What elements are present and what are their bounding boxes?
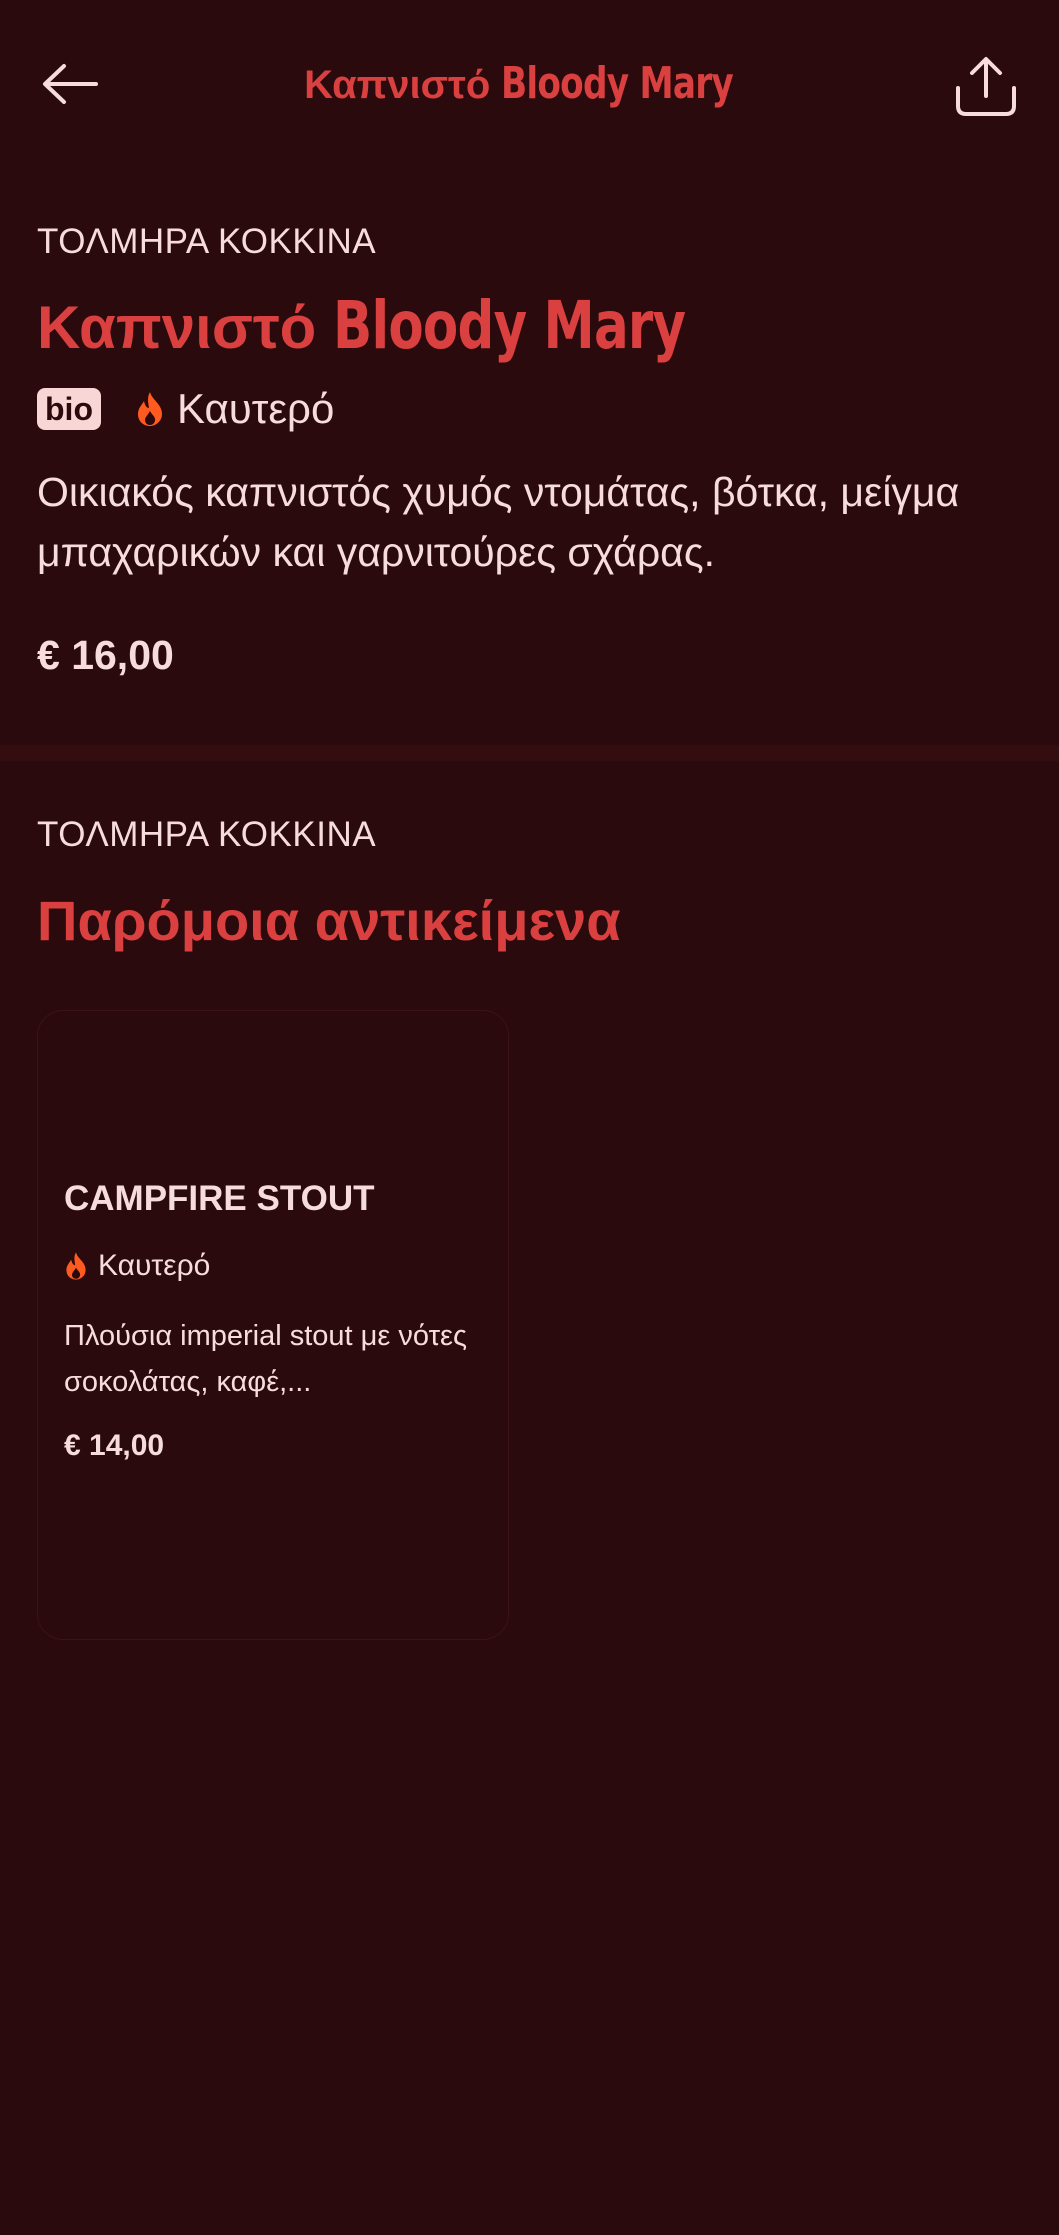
flame-icon	[137, 392, 162, 426]
similar-category: ΤΟΛΜΗΡΑ ΚΟΚΚΙΝΑ	[37, 815, 377, 854]
similar-item-card[interactable]: CAMPFIRE STOUT Καυτερό Πλούσια imperial …	[37, 1010, 509, 1640]
product-title-accent: Bloody Mary	[332, 287, 686, 364]
similar-item-name: CAMPFIRE STOUT	[64, 1179, 375, 1218]
header-title-accent: Bloody Mary	[501, 58, 734, 109]
flame-icon	[66, 1252, 86, 1280]
spicy-label: Καυτερό	[176, 385, 335, 432]
similar-item-spicy-label: Καυτερό	[98, 1249, 211, 1282]
header-title-prefix: Καπνιστό	[304, 63, 491, 107]
similar-item-spicy-tag: Καυτερό	[64, 1249, 210, 1283]
header-title: Καπνιστό Bloody Mary	[0, 56, 1059, 113]
similar-section-title: Παρόμοια αντικείμενα	[37, 889, 621, 952]
spicy-tag: Καυτερό	[135, 385, 334, 433]
product-detail-page: Καπνιστό Bloody Mary ΤΟΛΜΗΡΑ ΚΟΚΚΙΝΑ Καπ…	[0, 0, 1059, 2235]
product-description: Οικιακός καπνιστός χυμός ντομάτας, βότκα…	[37, 469, 960, 575]
share-icon	[956, 57, 1016, 116]
app-header: Καπνιστό Bloody Mary	[0, 0, 1059, 170]
share-button[interactable]	[944, 44, 1028, 128]
similar-item-price: € 14,00	[64, 1429, 165, 1462]
product-category: ΤΟΛΜΗΡΑ ΚΟΚΚΙΝΑ	[37, 222, 377, 261]
similar-item-description: Πλούσια imperial stout με νότες σοκολάτα…	[64, 1320, 467, 1398]
product-tags: bio Καυτερό	[37, 385, 334, 433]
product-title: Καπνιστό Bloody Mary	[37, 288, 725, 366]
product-price: € 16,00	[37, 632, 174, 678]
bio-badge: bio	[37, 388, 101, 430]
product-title-prefix: Καπνιστό	[37, 294, 317, 361]
section-divider	[0, 745, 1059, 761]
